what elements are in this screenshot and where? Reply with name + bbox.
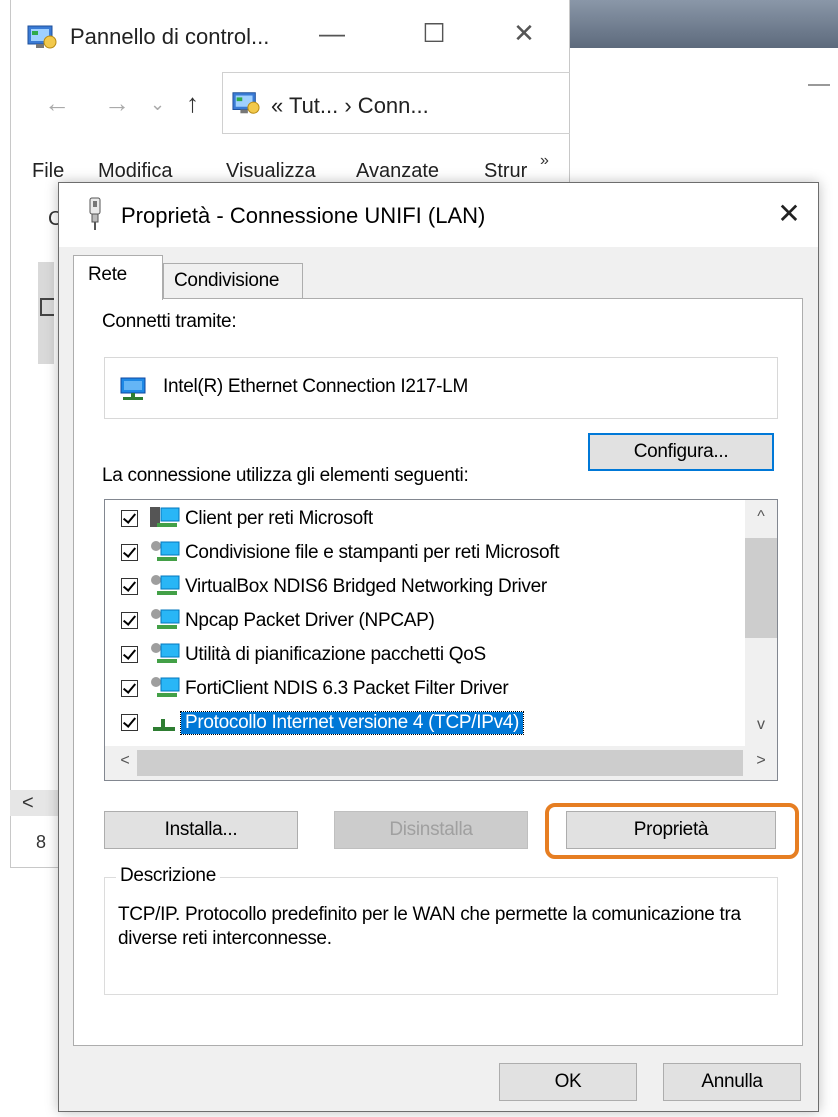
item-checkbox[interactable] bbox=[121, 646, 138, 663]
dialog-title: Proprietà - Connessione UNIFI (LAN) bbox=[121, 203, 486, 228]
address-bar[interactable]: « Tut... › Conn... bbox=[222, 72, 570, 134]
protocol-icon bbox=[149, 709, 181, 740]
item-checkbox[interactable] bbox=[121, 578, 138, 595]
tab-page-rete: Connetti tramite: Intel(R) Ethernet Conn… bbox=[73, 298, 803, 1046]
list-item[interactable]: Utilità di pianificazione pacchetti QoS bbox=[105, 638, 745, 672]
scroll-right-arrow-icon[interactable]: > bbox=[745, 752, 777, 770]
scroll-left-arrow-icon[interactable]: < bbox=[22, 792, 34, 815]
menu-overflow-icon[interactable]: » bbox=[540, 152, 549, 170]
status-bar-count: 8 bbox=[36, 832, 47, 852]
network-service-icon bbox=[149, 539, 181, 570]
background-scrollbar[interactable] bbox=[10, 790, 62, 816]
network-client-icon bbox=[149, 505, 181, 536]
network-adapter-icon bbox=[119, 376, 149, 407]
recent-locations-icon[interactable]: ⌄ bbox=[150, 94, 165, 115]
network-service-icon bbox=[149, 607, 181, 638]
tab-condivisione[interactable]: Condivisione bbox=[163, 263, 303, 300]
network-service-icon bbox=[149, 675, 181, 706]
tab-rete[interactable]: Rete bbox=[73, 255, 163, 300]
item-checkbox[interactable] bbox=[121, 714, 138, 731]
background-window-minimize bbox=[808, 84, 830, 86]
list-item[interactable]: Client per reti Microsoft bbox=[105, 502, 745, 536]
description-text: TCP/IP. Protocollo predefinito per le WA… bbox=[118, 904, 741, 949]
menu-visualizza[interactable]: Visualizza bbox=[226, 160, 316, 183]
dialog-titlebar: Proprietà - Connessione UNIFI (LAN) ✕ bbox=[59, 183, 818, 247]
tab-label: Condivisione bbox=[174, 270, 280, 291]
control-panel-title: Pannello di control... bbox=[70, 24, 270, 49]
menu-modifica[interactable]: Modifica bbox=[98, 160, 172, 183]
cancel-button[interactable]: Annulla bbox=[663, 1063, 801, 1101]
item-label: Protocollo Internet versione 4 (TCP/IPv4… bbox=[179, 711, 525, 735]
control-panel-icon bbox=[26, 22, 58, 57]
item-label: FortiClient NDIS 6.3 Packet Filter Drive… bbox=[185, 678, 509, 699]
scroll-down-arrow-icon[interactable]: v bbox=[745, 716, 777, 734]
maximize-button[interactable]: ☐ bbox=[414, 18, 454, 49]
back-arrow-icon[interactable]: ← bbox=[44, 88, 70, 119]
item-checkbox[interactable] bbox=[121, 612, 138, 629]
item-checkbox[interactable] bbox=[121, 680, 138, 697]
list-item[interactable]: FortiClient NDIS 6.3 Packet Filter Drive… bbox=[105, 672, 745, 706]
item-label: Client per reti Microsoft bbox=[185, 508, 373, 529]
background-checkbox bbox=[40, 298, 54, 316]
items-label: La connessione utilizza gli elementi seg… bbox=[102, 465, 469, 486]
menu-file[interactable]: File bbox=[32, 160, 64, 183]
uninstall-button: Disinstalla bbox=[334, 811, 528, 849]
connect-via-label: Connetti tramite: bbox=[102, 311, 237, 332]
minimize-button[interactable]: — bbox=[312, 18, 352, 49]
item-checkbox[interactable] bbox=[121, 510, 138, 527]
item-label: Npcap Packet Driver (NPCAP) bbox=[185, 610, 435, 631]
list-item[interactable]: Condivisione file e stampanti per reti M… bbox=[105, 536, 745, 570]
network-service-icon bbox=[149, 641, 181, 672]
list-item-selected[interactable]: Protocollo Internet versione 4 (TCP/IPv4… bbox=[105, 706, 745, 740]
menu-avanzate[interactable]: Avanzate bbox=[356, 160, 439, 183]
control-panel-icon bbox=[231, 89, 261, 122]
network-service-icon bbox=[149, 573, 181, 604]
horizontal-scroll-thumb[interactable] bbox=[137, 750, 743, 776]
menu-strumenti[interactable]: Strur bbox=[484, 160, 527, 183]
item-label: Utilità di pianificazione pacchetti QoS bbox=[185, 644, 486, 665]
item-checkbox[interactable] bbox=[121, 544, 138, 561]
close-button[interactable]: ✕ bbox=[504, 18, 544, 49]
item-label: VirtualBox NDIS6 Bridged Networking Driv… bbox=[185, 576, 547, 597]
configure-button[interactable]: Configura... bbox=[588, 433, 774, 471]
properties-dialog: Proprietà - Connessione UNIFI (LAN) ✕ Re… bbox=[58, 182, 819, 1112]
install-button[interactable]: Installa... bbox=[104, 811, 298, 849]
highlight-annotation bbox=[545, 803, 799, 859]
desktop-background bbox=[570, 0, 838, 48]
up-arrow-icon[interactable]: ↑ bbox=[186, 88, 199, 119]
description-legend: Descrizione bbox=[116, 865, 220, 887]
dialog-close-button[interactable]: ✕ bbox=[771, 197, 807, 230]
breadcrumb[interactable]: « Tut... › Conn... bbox=[271, 93, 429, 119]
item-label: Condivisione file e stampanti per reti M… bbox=[185, 542, 560, 563]
list-item[interactable]: VirtualBox NDIS6 Bridged Networking Driv… bbox=[105, 570, 745, 604]
list-item[interactable]: Npcap Packet Driver (NPCAP) bbox=[105, 604, 745, 638]
adapter-field: Intel(R) Ethernet Connection I217-LM bbox=[104, 357, 778, 419]
scroll-up-arrow-icon[interactable]: ^ bbox=[745, 508, 777, 526]
tab-label: Rete bbox=[88, 264, 127, 285]
forward-arrow-icon[interactable]: → bbox=[104, 88, 130, 119]
control-panel-titlebar: Pannello di control... — ☐ ✕ bbox=[10, 0, 570, 70]
scroll-left-arrow-icon[interactable]: < bbox=[109, 752, 141, 770]
network-adapter-icon bbox=[85, 197, 105, 236]
ok-button[interactable]: OK bbox=[499, 1063, 637, 1101]
adapter-name: Intel(R) Ethernet Connection I217-LM bbox=[163, 376, 468, 397]
vertical-scroll-thumb[interactable] bbox=[745, 538, 777, 638]
components-list[interactable]: Client per reti Microsoft Condivisione f… bbox=[104, 499, 778, 781]
